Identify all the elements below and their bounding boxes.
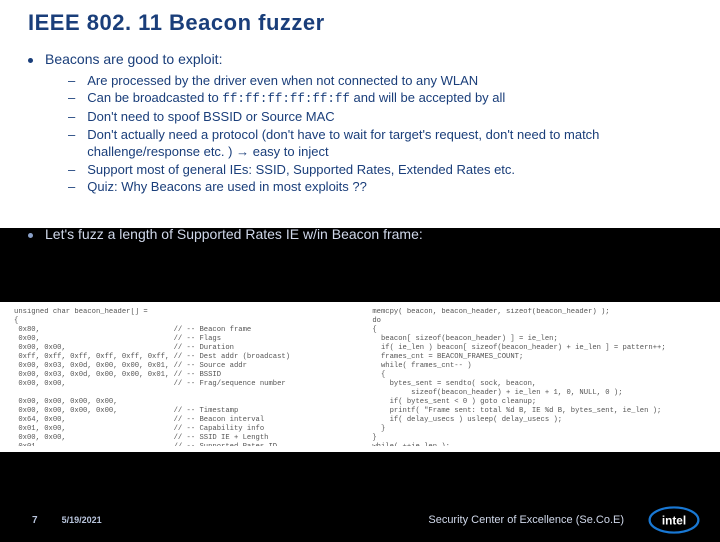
bullet-2-wrap: Let's fuzz a length of Supported Rates I… bbox=[28, 225, 692, 247]
footer-date: 5/19/2021 bbox=[62, 515, 102, 525]
code-left-block: unsigned char beacon_header[] = { 0x80, … bbox=[14, 308, 364, 446]
dash-icon: – bbox=[68, 89, 75, 107]
slide-footer: 7 5/19/2021 Security Center of Excellenc… bbox=[0, 500, 720, 540]
code-right-block: memcpy( beacon, beacon_header, sizeof(be… bbox=[372, 308, 706, 446]
dash-icon: – bbox=[68, 108, 75, 126]
sub-text: Support most of general IEs: SSID, Suppo… bbox=[87, 161, 515, 179]
list-item: –Can be broadcasted to ff:ff:ff:ff:ff:ff… bbox=[68, 89, 692, 108]
list-item: –Are processed by the driver even when n… bbox=[68, 72, 692, 90]
sub-text: Quiz: Why Beacons are used in most explo… bbox=[87, 178, 367, 196]
list-item: –Don't need to spoof BSSID or Source MAC bbox=[68, 108, 692, 126]
page-number: 7 bbox=[32, 515, 38, 526]
dash-icon: – bbox=[68, 178, 75, 196]
dash-icon: – bbox=[68, 72, 75, 90]
sub-bullet-list: –Are processed by the driver even when n… bbox=[68, 72, 692, 196]
slide-content: IEEE 802. 11 Beacon fuzzer Beacons are g… bbox=[0, 0, 720, 196]
sub-text: Can be broadcasted to ff:ff:ff:ff:ff:ff … bbox=[87, 89, 505, 108]
dash-icon: – bbox=[68, 126, 75, 144]
list-item: –Support most of general IEs: SSID, Supp… bbox=[68, 161, 692, 179]
bullet-2-text: Let's fuzz a length of Supported Rates I… bbox=[45, 225, 423, 245]
bullet-dot-icon bbox=[28, 233, 33, 238]
sub-text: Don't actually need a protocol (don't ha… bbox=[87, 126, 692, 161]
list-item: –Don't actually need a protocol (don't h… bbox=[68, 126, 692, 161]
slide-title: IEEE 802. 11 Beacon fuzzer bbox=[28, 10, 692, 36]
sub-text: Are processed by the driver even when no… bbox=[87, 72, 478, 90]
bullet-1-text: Beacons are good to exploit: bbox=[45, 50, 222, 70]
intel-logo-icon: intel bbox=[648, 503, 700, 537]
footer-center-text: Security Center of Excellence (Se.Co.E) bbox=[102, 514, 648, 526]
bullet-2: Let's fuzz a length of Supported Rates I… bbox=[28, 225, 692, 245]
code-area: unsigned char beacon_header[] = { 0x80, … bbox=[6, 302, 714, 452]
sub-text: Don't need to spoof BSSID or Source MAC bbox=[87, 108, 334, 126]
svg-text:intel: intel bbox=[662, 513, 686, 527]
list-item: –Quiz: Why Beacons are used in most expl… bbox=[68, 178, 692, 196]
bullet-1: Beacons are good to exploit: bbox=[28, 50, 692, 70]
dash-icon: – bbox=[68, 161, 75, 179]
bullet-dot-icon bbox=[28, 58, 33, 63]
